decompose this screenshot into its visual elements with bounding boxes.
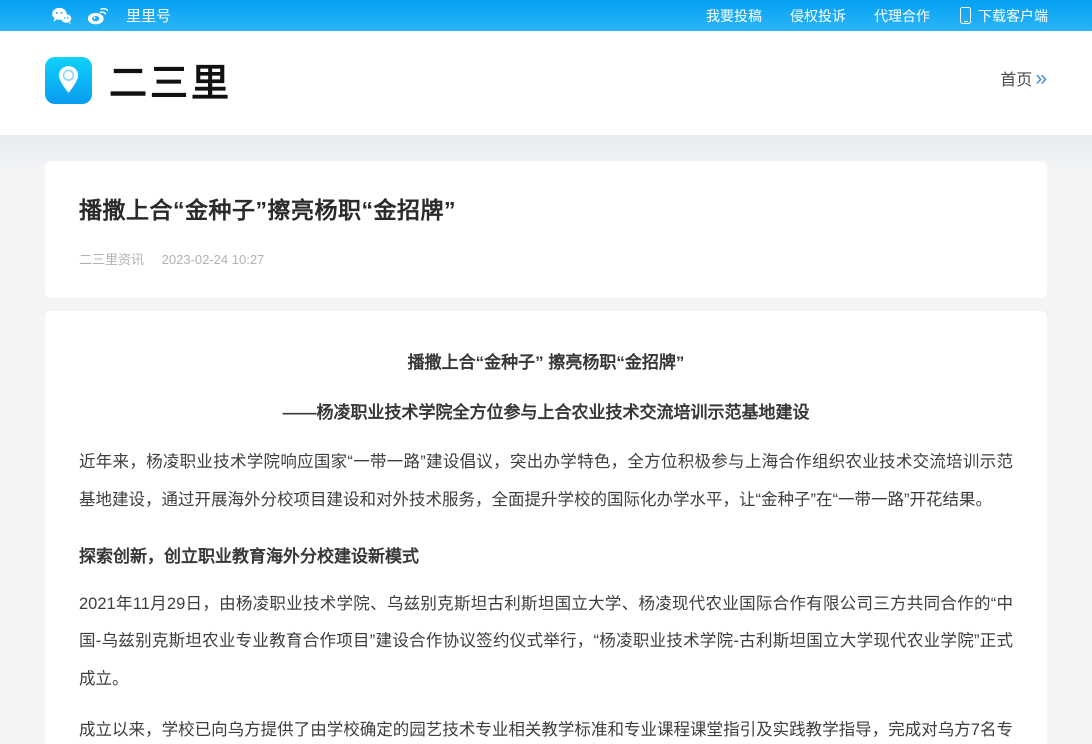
location-pin-icon xyxy=(45,57,92,104)
topbar-channel-link[interactable]: 里里号 xyxy=(126,5,171,26)
article-publish-time: 2023-02-24 10:27 xyxy=(162,252,265,267)
topbar-link-1[interactable]: 侵权投诉 xyxy=(790,8,846,24)
phone-icon xyxy=(960,7,971,24)
article-paragraph-5: 成立以来，学校已向乌方提供了由学校确定的园艺技术专业相关教学标准和专业课程课堂指… xyxy=(79,712,1013,744)
topbar: 里里号 我要投稿 侵权投诉 代理合作 下载客户端 xyxy=(0,0,1092,31)
article-byline: 二三里资讯 2023-02-24 10:27 xyxy=(79,249,1013,268)
article-sub-heading-3: 探索创新，创立职业教育海外分校建设新模式 xyxy=(79,539,1013,575)
topbar-right: 我要投稿 侵权投诉 代理合作 下载客户端 xyxy=(678,6,1048,26)
topbar-link-0[interactable]: 我要投稿 xyxy=(706,8,762,24)
download-client-button[interactable]: 下载客户端 xyxy=(960,6,1048,26)
article-center-heading-1: ——杨凌职业技术学院全方位参与上合农业技术交流培训示范基地建设 xyxy=(79,395,1013,431)
home-link[interactable]: 首页 » xyxy=(1000,66,1047,90)
content-area: 播撒上合“金种子”擦亮杨职“金招牌” 二三里资讯 2023-02-24 10:2… xyxy=(0,135,1092,744)
double-chevron-right-icon: » xyxy=(1035,68,1047,89)
wechat-icon[interactable] xyxy=(50,5,72,27)
site-logo[interactable]: 二三里 xyxy=(45,60,232,107)
article-title: 播撒上合“金种子”擦亮杨职“金招牌” xyxy=(79,191,1013,225)
site-header: 二三里 首页 » xyxy=(0,31,1092,135)
article-paragraph-4: 2021年11月29日，由杨凌职业技术学院、乌兹别克斯坦古利斯坦国立大学、杨凌现… xyxy=(79,586,1013,697)
article-title-card: 播撒上合“金种子”擦亮杨职“金招牌” 二三里资讯 2023-02-24 10:2… xyxy=(45,161,1047,298)
download-label: 下载客户端 xyxy=(978,6,1048,26)
site-name: 二三里 xyxy=(109,52,232,107)
home-link-label: 首页 xyxy=(1000,66,1032,90)
topbar-links: 我要投稿 侵权投诉 代理合作 xyxy=(678,6,930,26)
article-source: 二三里资讯 xyxy=(79,252,144,267)
weibo-icon[interactable] xyxy=(86,5,108,27)
article-center-heading-0: 播撒上合“金种子” 擦亮杨职“金招牌” xyxy=(79,345,1013,381)
article-body-card: 播撒上合“金种子” 擦亮杨职“金招牌” ——杨凌职业技术学院全方位参与上合农业技术… xyxy=(45,311,1047,744)
topbar-left: 里里号 xyxy=(50,5,171,27)
article-paragraph-2: 近年来，杨凌职业技术学院响应国家“一带一路”建设倡议，突出办学特色，全方位积极参… xyxy=(79,444,1013,518)
article-body: 播撒上合“金种子” 擦亮杨职“金招牌” ——杨凌职业技术学院全方位参与上合农业技术… xyxy=(79,345,1013,744)
topbar-link-2[interactable]: 代理合作 xyxy=(874,8,930,24)
